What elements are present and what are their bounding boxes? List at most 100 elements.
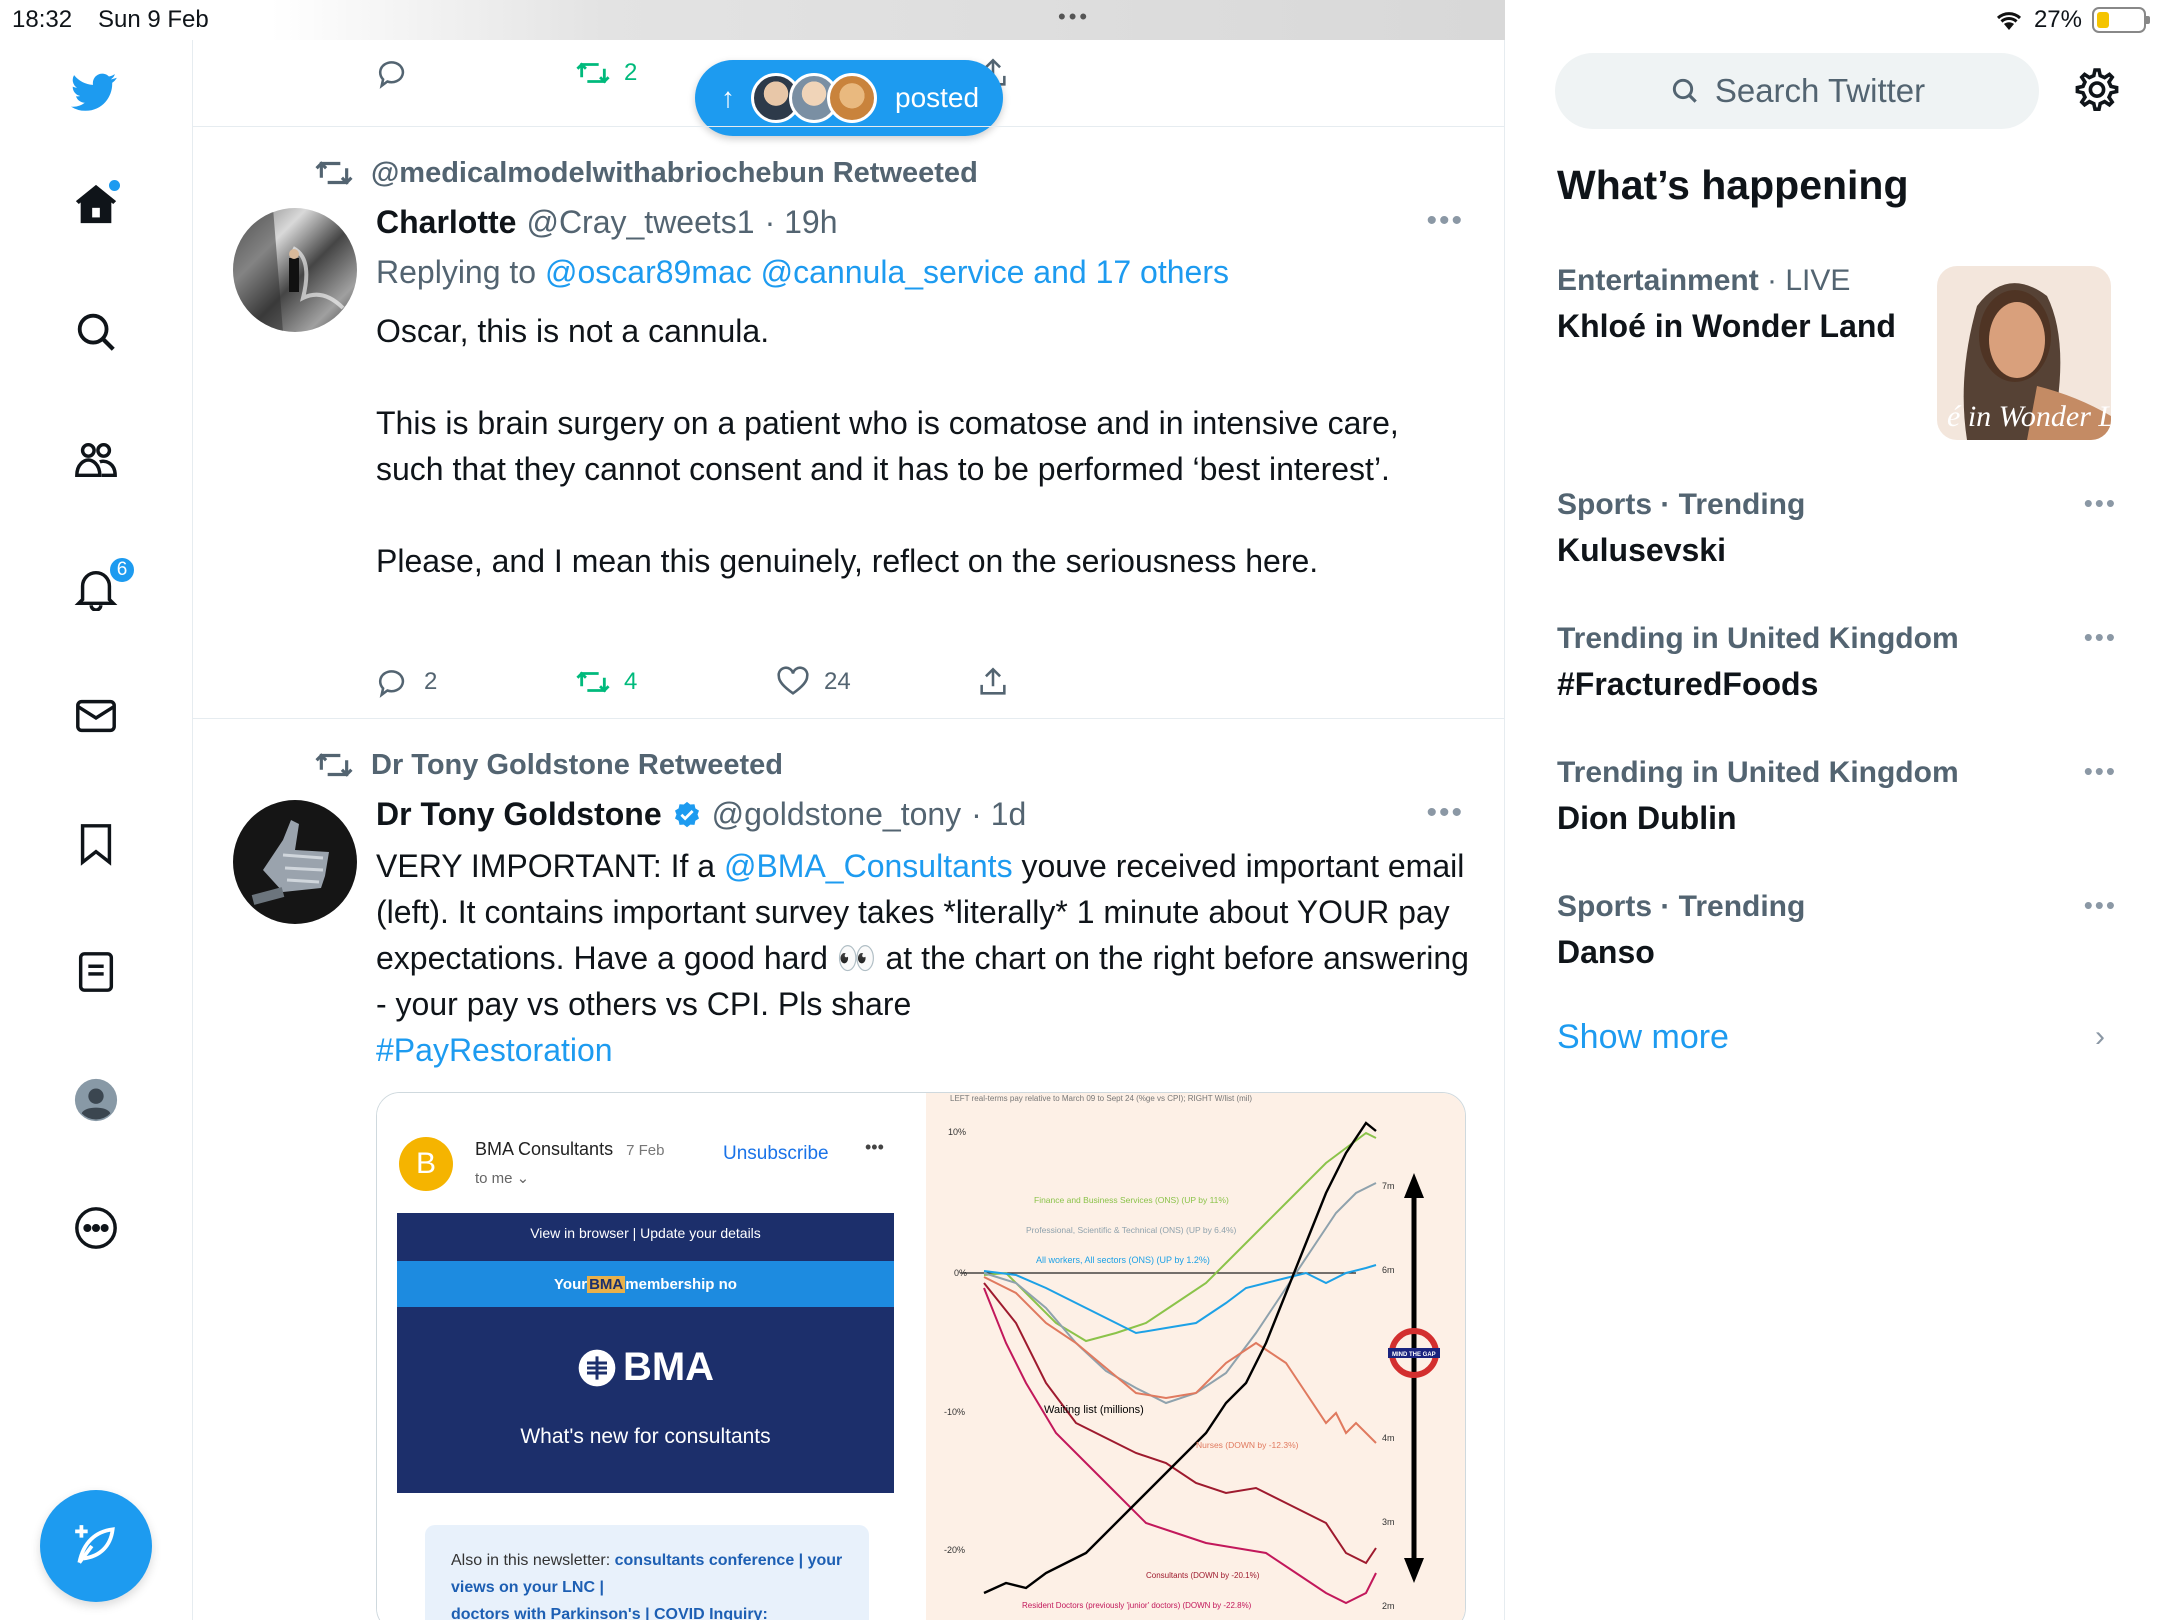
home-new-dot — [109, 180, 120, 191]
right-tick: 2m — [1382, 1601, 1395, 1611]
wifi-icon — [1996, 12, 2021, 30]
trend-title: Danso — [1557, 934, 1655, 970]
battery-percent: 27% — [2033, 6, 2082, 33]
waiting-label: Waiting list (millions) — [1044, 1404, 1144, 1416]
retweet-icon — [576, 671, 610, 693]
waiting-list-series-line — [983, 1121, 1377, 1595]
membership-bar: Your BMA membership no — [397, 1261, 894, 1307]
search-input[interactable]: Search Twitter — [1555, 53, 2039, 129]
email-to: to me ⌄ — [475, 1170, 530, 1187]
hashtag-link[interactable]: #PayRestoration — [376, 1032, 613, 1068]
twitter-logo-icon[interactable] — [68, 66, 120, 118]
tweet-paragraph: Please, and I mean this genuinely, refle… — [376, 543, 1319, 579]
reply-button[interactable]: 2 — [376, 665, 437, 699]
avatar[interactable] — [233, 800, 357, 924]
reply-button[interactable] — [376, 56, 410, 90]
author-name[interactable]: Dr Tony Goldstone — [376, 796, 662, 833]
status-date: Sun 9 Feb — [98, 6, 209, 33]
search-icon — [1672, 78, 1697, 103]
multitask-handle[interactable]: ••• — [1058, 4, 1090, 30]
tweet-more-icon[interactable]: ••• — [1426, 204, 1464, 238]
search-nav-icon[interactable] — [70, 306, 122, 358]
avatar[interactable] — [233, 208, 357, 332]
status-bar: 18:32 Sun 9 Feb ••• 27% — [0, 0, 2160, 40]
trend-title: Dion Dublin — [1557, 800, 1737, 836]
email-more-icon[interactable]: ••• — [865, 1137, 884, 1158]
trend-item[interactable]: Sports · Trending Kulusevski ••• — [1557, 488, 2117, 569]
author-handle[interactable]: @Cray_tweets1 — [526, 204, 754, 241]
replying-prefix: Replying to — [376, 254, 537, 290]
profile-avatar-icon[interactable] — [70, 1074, 122, 1126]
trend-item[interactable]: Sports · Trending Danso ••• — [1557, 890, 2117, 971]
messages-icon[interactable] — [70, 690, 122, 742]
tweet-text-a: VERY IMPORTANT: If a — [376, 848, 724, 884]
retweeted-by-line: @medicalmodelwithabriochebun Retweeted — [315, 154, 978, 192]
settings-gear-icon[interactable] — [2073, 66, 2121, 114]
email-headline: What's new for consultants — [520, 1425, 771, 1448]
finance-label: Finance and Business Services (ONS) (UP … — [1034, 1195, 1229, 1205]
trend-title: Kulusevski — [1557, 532, 1726, 568]
trend-category: Sports · Trending — [1557, 488, 1806, 521]
reply-icon — [378, 670, 405, 698]
retweeted-by-text[interactable]: @medicalmodelwithabriochebun Retweeted — [371, 157, 978, 190]
like-button[interactable]: 24 — [776, 665, 851, 699]
bookmarks-icon[interactable] — [70, 818, 122, 870]
allworkers-series-line — [983, 1264, 1377, 1335]
mention-link[interactable]: @BMA_Consultants — [724, 848, 1013, 884]
search-placeholder: Search Twitter — [1714, 72, 1926, 109]
share-button[interactable] — [976, 665, 1010, 699]
show-more-link[interactable]: Show more — [1557, 1018, 1729, 1057]
trend-item[interactable]: Trending in United Kingdom #FracturedFoo… — [1557, 622, 2117, 703]
tweet-more-icon[interactable]: ••• — [1426, 796, 1464, 830]
right-sidebar: Search Twitter What’s happening Entertai… — [1505, 40, 2160, 1620]
email-sender: BMA Consultants 7 Feb — [475, 1139, 664, 1160]
more-options-icon[interactable] — [70, 1202, 122, 1254]
author-handle[interactable]: @goldstone_tony — [712, 796, 962, 833]
avatar — [827, 73, 877, 123]
home-icon[interactable] — [70, 178, 122, 230]
trend-title: #FracturedFoods — [1557, 666, 1819, 702]
unsubscribe-link[interactable]: Unsubscribe — [723, 1143, 829, 1165]
tweet-paragraph: Oscar, this is not a cannula. — [376, 313, 770, 349]
whats-happening-title: What’s happening — [1557, 162, 1909, 208]
divider — [193, 126, 1504, 127]
lists-icon[interactable] — [70, 946, 122, 998]
notifications-icon[interactable]: 6 — [70, 556, 136, 614]
timeline-feed[interactable]: 2 ↑ posted @medicalmodelwithabriochebun … — [193, 40, 1505, 1620]
retweet-count: 4 — [624, 668, 638, 695]
trend-more-icon[interactable]: ••• — [2084, 488, 2117, 519]
tweet-media[interactable]: B BMA Consultants 7 Feb to me ⌄ Unsubscr… — [376, 1092, 1466, 1620]
pay-chart-image[interactable]: LEFT real-terms pay relative to March 09… — [926, 1093, 1465, 1620]
tweet-text: VERY IMPORTANT: If a @BMA_Consultants yo… — [376, 843, 1476, 1073]
consultants-label: Consultants (DOWN by -20.1%) — [1146, 1571, 1260, 1580]
pill-label: posted — [895, 82, 980, 113]
view-in-browser[interactable]: View in browser | Update your details — [397, 1225, 894, 1241]
also-link[interactable]: doctors with Parkinson's | COVID Inquiry… — [451, 1606, 768, 1620]
compose-tweet-button[interactable] — [40, 1490, 152, 1602]
mind-the-gap-text: MIND THE GAP — [1392, 1352, 1436, 1358]
author-name[interactable]: Charlotte — [376, 204, 516, 241]
left-tick: -20% — [944, 1545, 965, 1555]
allworkers-label: All workers, All sectors (ONS) (UP by 1.… — [1036, 1255, 1210, 1265]
reply-count: 2 — [424, 668, 438, 695]
retweet-button[interactable]: 2 — [576, 56, 637, 90]
divider — [193, 718, 1504, 719]
trend-more-icon[interactable]: ••• — [2084, 890, 2117, 921]
retweeted-by-text[interactable]: Dr Tony Goldstone Retweeted — [371, 749, 783, 782]
new-posts-pill[interactable]: ↑ posted — [695, 60, 1003, 136]
arrow-up-icon: ↑ — [721, 82, 735, 113]
email-screenshot-image[interactable]: B BMA Consultants 7 Feb to me ⌄ Unsubscr… — [377, 1093, 922, 1620]
trend-item[interactable]: Trending in United Kingdom Dion Dublin •… — [1557, 756, 2117, 837]
retweet-button[interactable]: 4 — [576, 665, 637, 699]
trend-more-icon[interactable]: ••• — [2084, 622, 2117, 653]
trend-live: · LIVE — [1758, 264, 1851, 297]
communities-icon[interactable] — [70, 434, 122, 486]
thumbnail-text: é in Wonder L — [1947, 400, 2111, 433]
trend-thumbnail-image[interactable]: é in Wonder L — [1937, 266, 2111, 440]
chart-caption: LEFT real-terms pay relative to March 09… — [950, 1094, 1252, 1103]
replying-to-users[interactable]: @oscar89mac @cannula_service and 17 othe… — [545, 254, 1229, 290]
trend-more-icon[interactable]: ••• — [2084, 756, 2117, 787]
tweet-time[interactable]: · 1d — [971, 796, 1026, 833]
tweet-time[interactable]: · 19h — [765, 204, 838, 241]
chevron-right-icon[interactable]: › — [2095, 1020, 2105, 1054]
